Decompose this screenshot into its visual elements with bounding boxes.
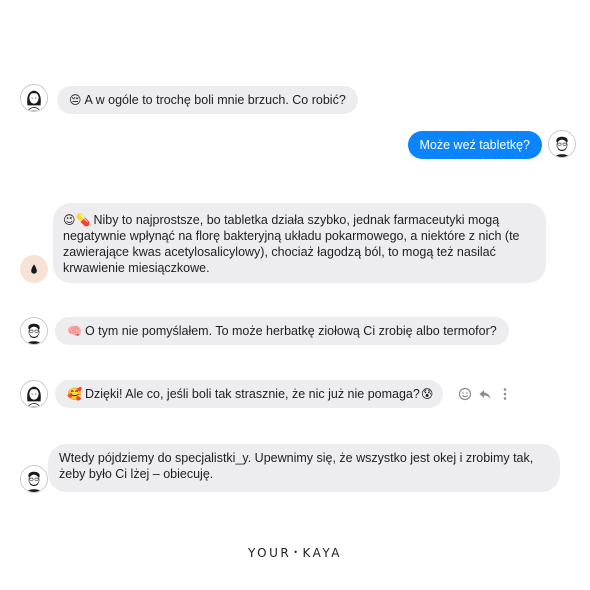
smiling-hearts-emoji: 🥰 [67, 387, 82, 401]
smiley-icon[interactable] [458, 387, 472, 401]
brain-emoji: 🧠 [67, 324, 82, 338]
message-text: O tym nie pomyślałem. To może herbatkę z… [84, 324, 497, 338]
message-row: Wtedy pójdziemy do specjalistki_y. Upewn… [0, 444, 590, 494]
guy-avatar[interactable] [20, 317, 48, 345]
message-text: A w ogóle to trochę boli mnie brzuch. Co… [84, 93, 346, 107]
brand-separator: • [293, 548, 301, 557]
girl-avatar[interactable] [20, 84, 48, 112]
girl-avatar[interactable] [20, 380, 48, 408]
anxious-face-emoji: 😰 [420, 387, 434, 401]
brand-left: YOUR [247, 546, 292, 560]
guy-avatar[interactable] [20, 465, 48, 493]
message-bubble[interactable]: 🥰 Dzięki! Ale co, jeśli boli tak straszni… [55, 380, 444, 408]
message-row: 😔 A w ogóle to trochę boli mnie brzuch. C… [0, 80, 590, 120]
message-actions [458, 387, 512, 401]
message-row: Może weź tabletkę? [0, 128, 590, 162]
message-text: Może weź tabletkę? [419, 138, 530, 152]
reply-icon[interactable] [478, 387, 492, 401]
brand-right: KAYA [302, 546, 342, 560]
wink-pill-emoji: 😉💊 [63, 213, 91, 227]
message-text: Dzięki! Ale co, jeśli boli tak strasznie… [84, 387, 420, 401]
brand-logo: YOUR • KAYA [0, 546, 590, 560]
message-text: Niby to najprostsze, bo tabletka działa … [63, 213, 520, 275]
more-icon[interactable] [498, 387, 512, 401]
message-bubble[interactable]: 😔 A w ogóle to trochę boli mnie brzuch. C… [57, 86, 358, 114]
message-bubble[interactable]: Wtedy pójdziemy do specjalistki_y. Upewn… [48, 444, 560, 492]
pensive-face-emoji: 😔 [69, 93, 82, 107]
guy-avatar[interactable] [548, 130, 576, 158]
message-bubble[interactable]: 🧠 O tym nie pomyślałem. To może herbatkę … [55, 317, 509, 345]
message-row: 🥰 Dzięki! Ale co, jeśli boli tak straszni… [0, 376, 590, 412]
drop-avatar[interactable] [20, 255, 48, 283]
message-text: Wtedy pójdziemy do specjalistki_y. Upewn… [59, 451, 534, 481]
message-row: 😉💊 Niby to najprostsze, bo tabletka dział… [0, 203, 590, 287]
message-bubble[interactable]: 😉💊 Niby to najprostsze, bo tabletka dział… [53, 203, 546, 283]
message-bubble-sent[interactable]: Może weź tabletkę? [407, 131, 542, 159]
message-row: 🧠 O tym nie pomyślałem. To może herbatkę … [0, 314, 590, 348]
